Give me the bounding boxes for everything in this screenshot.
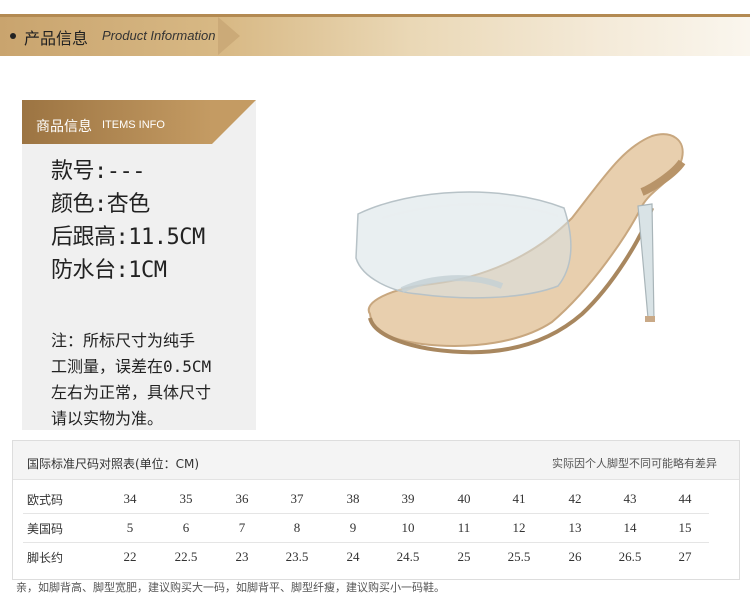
row-label: 欧式码 <box>27 493 64 507</box>
table-cell: 38 <box>346 491 360 506</box>
table-cell: 26.5 <box>618 549 642 564</box>
banner-arrow-icon <box>218 17 240 55</box>
spec-color: 颜色:杏色 <box>51 192 150 217</box>
table-cell: 36 <box>235 491 249 506</box>
size-advice-footnote: 亲，如脚背高、脚型宽肥，建议购买大一码，如脚背平、脚型纤瘦，建议购买小一码鞋。 <box>16 581 445 594</box>
table-cell: 7 <box>238 520 246 535</box>
table-row: 欧式码 34 35 36 37 38 39 40 41 42 43 44 <box>23 485 709 514</box>
size-chart-header: 国际标准尺码对照表(单位：CM) 实际因个人脚型不同可能略有差异 <box>13 441 739 480</box>
table-cell: 22.5 <box>174 549 198 564</box>
table-cell: 14 <box>623 520 637 535</box>
size-chart: 国际标准尺码对照表(单位：CM) 实际因个人脚型不同可能略有差异 欧式码 34 … <box>12 440 740 580</box>
table-cell: 27 <box>678 549 692 564</box>
table-cell: 9 <box>349 520 357 535</box>
banner-title-cn: 产品信息 <box>24 29 89 48</box>
table-cell: 8 <box>293 520 301 535</box>
table-cell: 44 <box>678 491 692 506</box>
size-chart-title: 国际标准尺码对照表(单位：CM) <box>27 457 200 471</box>
table-cell: 5 <box>126 520 134 535</box>
size-chart-subtitle: 实际因个人脚型不同可能略有差异 <box>552 457 717 470</box>
table-cell: 40 <box>457 491 471 506</box>
product-image <box>355 133 686 355</box>
table-cell: 22 <box>123 549 137 564</box>
info-header-slant <box>212 100 256 144</box>
info-header: 商品信息 ITEMS INFO <box>22 100 256 144</box>
table-cell: 15 <box>678 520 692 535</box>
measurement-note: 注：所标尺寸为纯手 工测量，误差在0.5CM 左右为正常，具体尺寸 请以实物为准… <box>51 331 212 428</box>
table-cell: 12 <box>512 520 526 535</box>
table-cell: 42 <box>568 491 582 506</box>
table-cell: 37 <box>290 491 304 506</box>
info-header-en: ITEMS INFO <box>102 119 165 131</box>
table-cell: 25.5 <box>507 549 531 564</box>
table-cell: 11 <box>457 520 471 535</box>
top-banner: 产品信息 Product Information <box>0 14 750 56</box>
spec-platform: 防水台:1CM <box>51 258 167 283</box>
table-cell: 24.5 <box>396 549 420 564</box>
table-cell: 26 <box>568 549 582 564</box>
info-header-cn: 商品信息 <box>36 119 92 135</box>
table-cell: 23.5 <box>285 549 309 564</box>
row-label: 美国码 <box>27 522 64 536</box>
table-cell: 34 <box>123 491 137 506</box>
table-cell: 39 <box>401 491 415 506</box>
info-panel: 商品信息 ITEMS INFO 款号:--- 颜色:杏色 后跟高:11.5CM … <box>22 100 256 430</box>
table-cell: 13 <box>568 520 582 535</box>
table-cell: 10 <box>401 520 415 535</box>
table-cell: 41 <box>512 491 526 506</box>
table-row: 脚长约 22 22.5 23 23.5 24 24.5 25 25.5 26 2… <box>23 543 709 571</box>
banner-title-en: Product Information <box>102 28 216 43</box>
table-cell: 23 <box>235 549 249 564</box>
spec-heel-height: 后跟高:11.5CM <box>51 225 205 250</box>
table-cell: 43 <box>623 491 637 506</box>
table-row: 美国码 5 6 7 8 9 10 11 12 13 14 15 <box>23 514 709 543</box>
bullet-dot-icon <box>10 33 16 39</box>
table-cell: 24 <box>346 549 360 564</box>
table-cell: 35 <box>179 491 193 506</box>
spec-style-no: 款号:--- <box>51 159 145 184</box>
table-cell: 25 <box>457 549 471 564</box>
size-chart-rows: 欧式码 34 35 36 37 38 39 40 41 42 43 44 美国码… <box>23 485 709 571</box>
row-label: 脚长约 <box>27 551 64 565</box>
table-cell: 6 <box>182 520 190 535</box>
